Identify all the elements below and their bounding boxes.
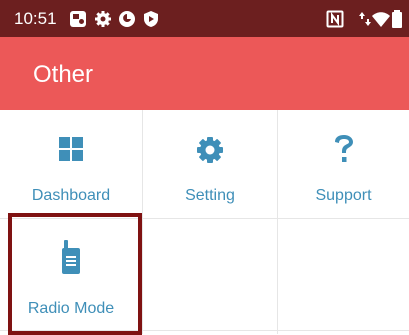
shield-play-icon [141, 9, 161, 29]
wifi-icon [371, 9, 391, 29]
selection-highlight [8, 213, 142, 335]
dashboard-tile[interactable]: Dashboard [0, 110, 142, 218]
vpn-status-icon [117, 9, 137, 29]
empty-tile [278, 219, 409, 330]
page-title: Other [33, 61, 94, 88]
status-bar: 10:51 [0, 0, 409, 37]
support-label: Support [315, 187, 372, 204]
dashboard-label: Dashboard [31, 187, 111, 204]
support-tile[interactable]: Support [278, 110, 409, 218]
dashboard-icon [57, 135, 85, 163]
setting-label: Setting [185, 187, 235, 204]
gear-icon [195, 135, 225, 165]
app-bar: Other [0, 37, 409, 110]
nfc-icon [325, 9, 345, 29]
photo-app-icon [68, 9, 88, 29]
setting-tile[interactable]: Setting [143, 110, 277, 218]
settings-gear-icon [93, 9, 113, 29]
empty-tile [143, 219, 277, 330]
status-time: 10:51 [14, 9, 57, 28]
question-mark-icon [332, 133, 356, 165]
battery-icon [390, 9, 404, 29]
